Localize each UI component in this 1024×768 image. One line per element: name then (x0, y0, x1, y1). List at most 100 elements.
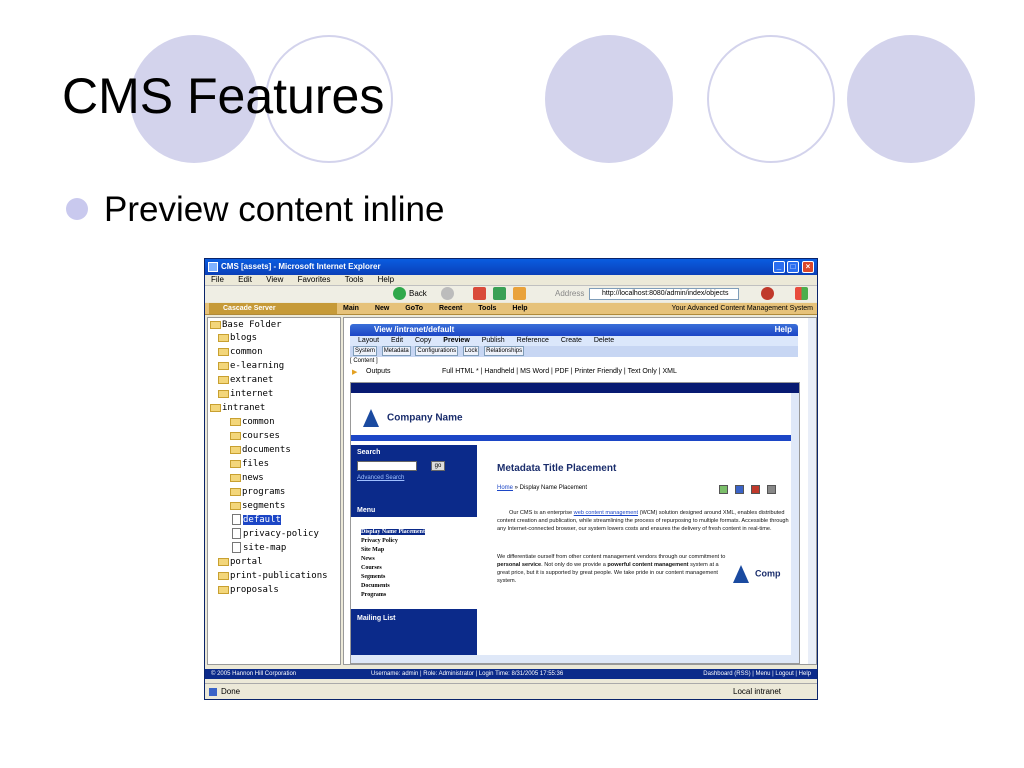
word-icon[interactable] (735, 485, 744, 494)
cms-nav-main[interactable]: Main (343, 305, 359, 312)
relationships-dropdown[interactable]: Relationships (484, 346, 525, 356)
done-icon (209, 688, 217, 696)
tree-item-site-map[interactable]: site-map (232, 542, 286, 555)
preview-paragraph-1: Our CMS is an enterprise web content man… (497, 510, 789, 532)
menu-heading: Menu (357, 507, 376, 514)
folder-icon (218, 361, 229, 370)
lock-dropdown[interactable]: Lock (462, 346, 480, 356)
tree-item-segments[interactable]: segments (230, 500, 285, 513)
tree-item-common[interactable]: common (218, 346, 263, 359)
preview-menu-item[interactable]: Programs (361, 592, 386, 598)
preview-search-input[interactable] (357, 461, 417, 471)
tab-publish[interactable]: Publish (482, 337, 505, 344)
cascade-server-logo[interactable]: Cascade Server (209, 303, 337, 314)
stop-icon[interactable] (473, 287, 486, 300)
tab-create[interactable]: Create (561, 337, 582, 344)
go-button[interactable]: go (431, 461, 445, 471)
folder-icon (218, 557, 229, 566)
tree-item-documents[interactable]: documents (230, 444, 291, 457)
breadcrumb-home-link[interactable]: Home (497, 485, 513, 491)
close-icon[interactable]: × (802, 261, 814, 273)
handheld-icon[interactable] (719, 485, 728, 494)
folder-icon (210, 320, 221, 329)
tab-delete[interactable]: Delete (594, 337, 614, 344)
advanced-search-link[interactable]: Advanced Search (357, 475, 404, 481)
tree-item-privacy-policy[interactable]: privacy-policy (232, 528, 319, 541)
wcm-link[interactable]: web content management (574, 510, 638, 516)
preview-vertical-scrollbar[interactable] (791, 393, 799, 655)
preview-horizontal-scrollbar[interactable] (351, 655, 799, 663)
cms-nav-help[interactable]: Help (512, 305, 527, 312)
preview-menu-item[interactable]: Privacy Policy (361, 538, 398, 544)
view-header: View /intranet/default Help (350, 324, 798, 336)
tree-item-news[interactable]: news (230, 472, 264, 485)
tree-item-blogs[interactable]: blogs (218, 332, 257, 345)
tab-layout[interactable]: Layout (358, 337, 379, 344)
tree-item-intranet[interactable]: intranet (210, 402, 265, 415)
system-dropdown[interactable]: System (353, 346, 378, 356)
tree-item-proposals[interactable]: proposals (218, 584, 279, 597)
cms-nav-tools[interactable]: Tools (478, 305, 496, 312)
cms-nav-goto[interactable]: GoTo (405, 305, 423, 312)
outputs-list[interactable]: Full HTML * | Handheld | MS Word | PDF |… (442, 368, 677, 375)
tree-item-courses[interactable]: courses (230, 430, 280, 443)
preview-menu-item[interactable]: Segments (361, 574, 385, 580)
tree-item-default[interactable]: default (232, 514, 281, 527)
back-button[interactable]: Back (409, 288, 427, 300)
messenger-icon[interactable] (761, 287, 774, 300)
forward-arrow-icon[interactable] (441, 287, 454, 300)
menu-file[interactable]: File (211, 275, 224, 284)
cms-nav-recent[interactable]: Recent (439, 305, 462, 312)
menu-help[interactable]: Help (378, 275, 394, 284)
pdf-icon[interactable] (751, 485, 760, 494)
preview-menu-item[interactable]: Courses (361, 565, 382, 571)
menu-view[interactable]: View (266, 275, 283, 284)
configurations-dropdown[interactable]: Configurations (415, 346, 459, 356)
tab-reference[interactable]: Reference (517, 337, 549, 344)
tree-item-e-learning[interactable]: e-learning (218, 360, 284, 373)
tree-item-extranet[interactable]: extranet (218, 374, 273, 387)
folder-icon (230, 473, 241, 482)
tree-item-internet[interactable]: internet (218, 388, 273, 401)
tab-preview[interactable]: Preview (443, 337, 469, 344)
main-vertical-scrollbar[interactable] (808, 318, 816, 664)
preview-band (351, 435, 799, 441)
bullet-text: Preview content inline (104, 190, 445, 229)
preview-paragraph-2: We differentiate ourself from other cont… (497, 554, 726, 584)
tree-item-print-publications[interactable]: print-publications (218, 570, 328, 583)
metadata-dropdown[interactable]: Metadata (381, 346, 411, 356)
preview-menu: Display Name Placement Privacy Policy Si… (351, 517, 477, 609)
help-button[interactable]: Help (775, 324, 792, 336)
preview-menu-item[interactable]: Site Map (361, 547, 384, 553)
menu-edit[interactable]: Edit (238, 275, 252, 284)
refresh-icon[interactable] (493, 287, 506, 300)
cms-nav-new[interactable]: New (375, 305, 389, 312)
address-field[interactable]: http://localhost:8080/admin/index/object… (589, 288, 739, 300)
maximize-icon[interactable]: □ (787, 261, 799, 273)
content-tab[interactable]: [ Content ] (350, 358, 378, 364)
tree-item-intranet-common[interactable]: common (230, 416, 275, 429)
preview-top-bar (351, 383, 799, 393)
tree-item-base-folder[interactable]: Base Folder (210, 319, 282, 332)
view-dropdowns: System Metadata Configurations Lock Rela… (350, 346, 798, 357)
tree-item-files[interactable]: files (230, 458, 269, 471)
tree-item-programs[interactable]: programs (230, 486, 285, 499)
window-titlebar[interactable]: CMS [assets] - Microsoft Internet Explor… (205, 259, 817, 275)
tab-edit[interactable]: Edit (391, 337, 403, 344)
menu-tools[interactable]: Tools (345, 275, 364, 284)
menu-favorites[interactable]: Favorites (298, 275, 331, 284)
decor-circle-3 (545, 35, 673, 163)
session-info: Username: admin | Role: Administrator | … (371, 671, 564, 677)
tab-copy[interactable]: Copy (415, 337, 431, 344)
tree-item-portal[interactable]: portal (218, 556, 263, 569)
footer-links[interactable]: Dashboard (RSS) | Menu | Logout | Help (703, 669, 811, 679)
print-icon[interactable] (767, 485, 776, 494)
back-arrow-icon[interactable] (393, 287, 406, 300)
preview-menu-item[interactable]: News (361, 556, 375, 562)
home-icon[interactable] (513, 287, 526, 300)
preview-menu-item[interactable]: Documents (361, 583, 390, 589)
page-icon (232, 528, 241, 539)
minimize-icon[interactable]: _ (773, 261, 785, 273)
decor-circle-5 (847, 35, 975, 163)
preview-menu-item[interactable]: Display Name Placement (361, 529, 425, 535)
